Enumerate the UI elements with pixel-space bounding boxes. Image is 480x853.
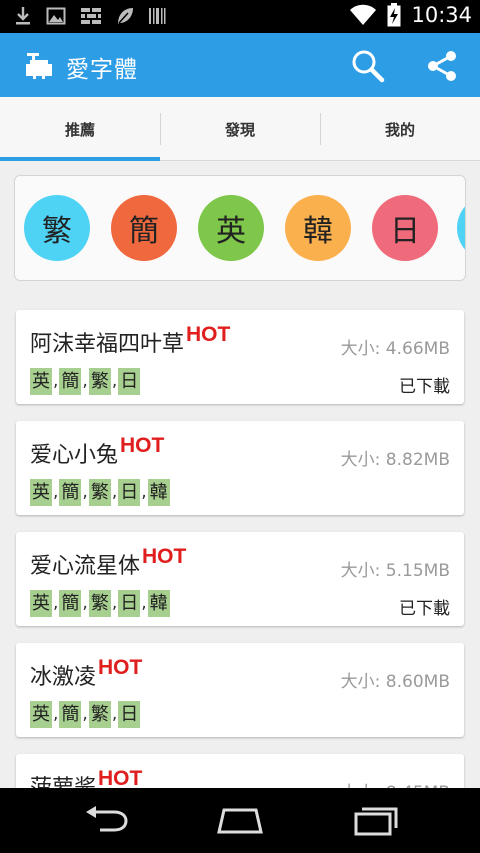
notification-icons <box>14 6 166 26</box>
language-tag: 簡 <box>59 479 82 506</box>
font-file-size: 大小: 8.82MB <box>340 450 450 470</box>
download-icon <box>16 7 30 25</box>
app-title: 愛字體 <box>66 57 138 83</box>
share-icon[interactable] <box>424 48 460 84</box>
app-bar: 愛字體 <box>0 33 480 97</box>
font-name: 爱心小兔HOT <box>30 434 165 468</box>
language-tag: 英 <box>30 590 52 617</box>
font-card[interactable]: 冰激凌HOT 大小: 8.60MB 英, 簡, 繁, 日 <box>16 643 464 737</box>
hot-badge: HOT <box>98 656 143 679</box>
language-tag: 日 <box>118 590 141 617</box>
language-tag: 日 <box>118 701 141 728</box>
hot-badge: HOT <box>142 545 187 568</box>
language-japanese-button[interactable]: 日 <box>372 195 438 261</box>
wall-icon <box>81 8 101 24</box>
font-file-size: 大小: 8.60MB <box>340 672 450 692</box>
font-language-tags: 英, 簡, 繁, 日 <box>30 368 141 395</box>
system-icons: 10:34 <box>349 3 472 27</box>
language-korean-button[interactable]: 韓 <box>285 195 351 261</box>
language-tag: 英 <box>30 368 52 395</box>
font-file-size: 大小: 4.66MB <box>340 339 450 359</box>
back-icon[interactable] <box>82 804 130 836</box>
font-card[interactable]: 爱心流星体HOT 大小: 5.15MB 英, 簡, 繁, 日, 韓 已下載 <box>16 532 464 626</box>
font-card[interactable]: 阿沫幸福四叶草HOT 大小: 4.66MB 英, 簡, 繁, 日 已下載 <box>16 310 464 404</box>
search-icon[interactable] <box>350 48 386 84</box>
tab-discover[interactable]: 發現 <box>160 97 320 161</box>
language-simplified-button[interactable]: 簡 <box>111 195 177 261</box>
hot-badge: HOT <box>98 767 143 790</box>
barcode-icon <box>149 8 166 24</box>
language-tag: 日 <box>118 479 141 506</box>
font-file-size: 大小: 5.15MB <box>340 561 450 581</box>
leaf-icon <box>118 8 133 24</box>
language-more-button[interactable] <box>457 195 465 261</box>
language-tag: 簡 <box>59 590 82 617</box>
status-time: 10:34 <box>411 3 472 27</box>
download-status: 已下載 <box>399 377 450 397</box>
navigation-bar <box>0 788 480 853</box>
tab-recommend[interactable]: 推薦 <box>0 97 160 161</box>
font-name: 阿沫幸福四叶草HOT <box>30 323 231 357</box>
battery-charging-icon <box>387 3 401 27</box>
language-tag: 簡 <box>59 701 82 728</box>
language-tag: 繁 <box>88 590 111 617</box>
home-icon[interactable] <box>216 804 264 836</box>
language-tag: 英 <box>30 479 52 506</box>
language-tag: 繁 <box>88 701 111 728</box>
language-tag: 韓 <box>147 479 170 506</box>
wifi-icon <box>350 4 377 25</box>
font-card[interactable]: 爱心小兔HOT 大小: 8.82MB 英, 簡, 繁, 日, 韓 <box>16 421 464 515</box>
tab-indicator <box>0 157 160 161</box>
hot-badge: HOT <box>120 434 165 457</box>
app-logo-icon <box>26 53 52 79</box>
language-traditional-button[interactable]: 繁 <box>24 195 90 261</box>
download-status: 已下載 <box>399 599 450 619</box>
font-name: 爱心流星体HOT <box>30 545 187 579</box>
language-tag: 繁 <box>88 479 111 506</box>
tab-mine[interactable]: 我的 <box>320 97 480 161</box>
status-bar: 10:34 <box>0 0 480 33</box>
language-english-button[interactable]: 英 <box>198 195 264 261</box>
image-icon <box>46 7 66 25</box>
language-tag: 簡 <box>59 368 82 395</box>
language-tag: 日 <box>118 368 141 395</box>
font-language-tags: 英, 簡, 繁, 日 <box>30 701 141 728</box>
font-language-tags: 英, 簡, 繁, 日, 韓 <box>30 590 170 617</box>
recents-icon[interactable] <box>352 804 400 836</box>
language-tag: 英 <box>30 701 52 728</box>
hot-badge: HOT <box>186 323 231 346</box>
language-tag: 繁 <box>88 368 111 395</box>
font-name: 冰激凌HOT <box>30 656 143 690</box>
tab-bar: 推薦 發現 我的 <box>0 97 480 161</box>
font-language-tags: 英, 簡, 繁, 日, 韓 <box>30 479 170 506</box>
language-filter-card: 繁 簡 英 韓 日 <box>14 175 466 281</box>
language-tag: 韓 <box>147 590 170 617</box>
